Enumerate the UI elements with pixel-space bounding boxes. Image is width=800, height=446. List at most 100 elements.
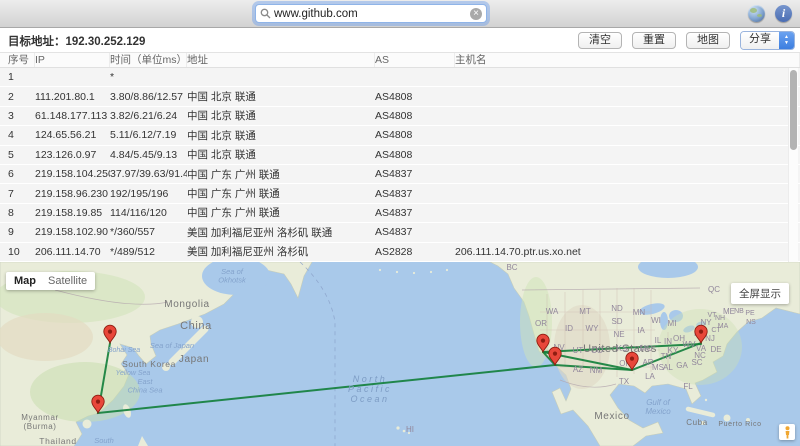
cell-ip: 124.65.56.21 — [35, 129, 110, 141]
map-label: MN — [633, 308, 646, 317]
cell-as: AS4837 — [375, 207, 455, 219]
map-label: CO — [591, 346, 603, 355]
cell-as: AS2828 — [375, 246, 455, 258]
table-row[interactable]: 6219.158.104.25037.97/39.63/91.43中国 广东 广… — [0, 165, 800, 183]
cell-seq: 1 — [8, 71, 35, 83]
map-label: DE — [710, 345, 721, 354]
table-row[interactable]: 5123.126.0.974.84/5.45/9.13中国 北京 联通AS480… — [0, 146, 800, 164]
column-header: 序号 — [8, 53, 35, 67]
map-label: LA — [645, 372, 655, 381]
map-label: VA — [696, 344, 707, 353]
cell-seq: 8 — [8, 207, 35, 219]
scrollbar-thumb[interactable] — [790, 70, 797, 150]
map-label: Cuba — [686, 418, 708, 427]
map-label: NB — [734, 308, 744, 315]
info-icon[interactable]: i — [775, 5, 792, 22]
table-row[interactable]: 9219.158.102.90*/360/557美国 加利福尼亚州 洛杉矶 联通… — [0, 223, 800, 241]
map-label: Sea ofOkhotsk — [218, 267, 247, 285]
map-type-map-button[interactable]: Map — [14, 275, 36, 287]
map-label: NH — [715, 315, 725, 322]
table-row[interactable]: 4124.65.56.215.11/6.12/7.19中国 北京 联通AS480… — [0, 126, 800, 144]
cell-time: 114/116/120 — [110, 207, 187, 219]
cell-time: */489/512 — [110, 246, 187, 258]
table-row[interactable]: 7219.158.96.230192/195/196中国 广东 广州 联通AS4… — [0, 184, 800, 202]
cell-time: 3.82/6.21/6.24 — [110, 110, 187, 122]
map-label: GA — [676, 361, 688, 370]
table-row[interactable]: 2111.201.80.13.80/8.86/12.57中国 北京 联通AS48… — [0, 87, 800, 105]
cell-address: 中国 广东 广州 联通 — [187, 205, 375, 220]
target-address-label: 目标地址： — [8, 36, 66, 48]
table-row[interactable]: 8219.158.19.85114/116/120中国 广东 广州 联通AS48… — [0, 204, 800, 222]
fullscreen-button[interactable]: 全屏显示 — [731, 283, 789, 304]
cell-time: 3.80/8.86/12.57 — [110, 91, 187, 103]
map-label: OR — [535, 319, 547, 328]
table-row[interactable]: 1* — [0, 68, 800, 86]
cell-address: 美国 加利福尼亚州 洛杉矶 — [187, 244, 375, 259]
search-field[interactable]: × — [255, 4, 487, 23]
map-label: CT — [711, 327, 721, 334]
map-label: NJ — [705, 334, 715, 343]
map-label: IL — [655, 336, 662, 345]
globe-icon[interactable] — [748, 5, 765, 22]
table-rows: 1*2111.201.80.13.80/8.86/12.57中国 北京 联通AS… — [0, 68, 800, 262]
map-button[interactable]: 地图 — [686, 32, 730, 49]
cell-seq: 4 — [8, 129, 35, 141]
table-row[interactable]: 10206.111.14.70*/489/512美国 加利福尼亚州 洛杉矶AS2… — [0, 243, 800, 261]
map-label: Bohai Sea — [108, 347, 140, 354]
reset-button[interactable]: 重置 — [632, 32, 676, 49]
cell-address: 美国 加利福尼亚州 洛杉矶 联通 — [187, 225, 375, 240]
map-label: Yellow Sea — [116, 370, 151, 377]
cell-ip: 219.158.102.90 — [35, 226, 110, 238]
map-label: AZ — [573, 365, 583, 374]
clear-button[interactable]: 清空 — [578, 32, 622, 49]
cell-as: AS4837 — [375, 168, 455, 180]
map-label: FL — [683, 382, 693, 391]
target-address-value: 192.30.252.129 — [66, 36, 146, 48]
cell-as: AS4808 — [375, 149, 455, 161]
clear-search-icon[interactable]: × — [470, 8, 482, 20]
cell-ip: 123.126.0.97 — [35, 149, 110, 161]
address-bar: 目标地址：192.30.252.129 清空 重置 地图 分享 ▲▼ — [0, 28, 800, 52]
cell-seq: 5 — [8, 149, 35, 161]
table-row[interactable]: 361.148.177.1133.82/6.21/6.24中国 北京 联通AS4… — [0, 107, 800, 125]
column-header: 地址 — [187, 53, 375, 67]
cell-hostname: 206.111.14.70.ptr.us.xo.net — [455, 246, 800, 258]
pegman-icon[interactable] — [779, 424, 795, 440]
cell-time: 4.84/5.45/9.13 — [110, 149, 187, 161]
map-label: NM — [590, 366, 603, 375]
search-input[interactable] — [274, 8, 470, 20]
cell-ip: 206.111.14.70 — [35, 246, 110, 258]
map-label: South Korea — [122, 359, 176, 369]
column-header: AS — [375, 53, 455, 67]
window-toolbar: × i — [0, 0, 800, 28]
map-label: QC — [708, 285, 720, 294]
cell-time: * — [110, 71, 187, 83]
cell-seq: 9 — [8, 226, 35, 238]
cell-ip: 219.158.96.230 — [35, 188, 110, 200]
map-label: NS — [746, 319, 756, 326]
target-address: 目标地址：192.30.252.129 — [8, 33, 145, 49]
map-label: Sea of Japan — [150, 341, 194, 350]
toolbar-icons: i — [748, 5, 792, 22]
cell-address: 中国 北京 联通 — [187, 108, 375, 123]
map-label: ND — [611, 304, 623, 313]
share-dropdown-icon[interactable]: ▲▼ — [779, 32, 794, 49]
map-label: ID — [565, 324, 573, 333]
map-label: NorthPacificOcean — [348, 374, 392, 404]
map-label: WI — [651, 316, 661, 325]
map-label: PE — [745, 310, 755, 317]
map-label: WY — [586, 324, 600, 333]
route-map[interactable]: Sea ofOkhotskMongoliaChinaBohai SeaSea o… — [0, 262, 800, 446]
map-label: TN — [661, 352, 672, 361]
map-label: UT — [573, 346, 584, 355]
search-icon — [260, 8, 271, 19]
map-type-satellite-button[interactable]: Satellite — [48, 275, 87, 287]
cell-time: */360/557 — [110, 226, 187, 238]
map-label: Thailand — [39, 436, 76, 446]
traceroute-app: × i 目标地址：192.30.252.129 清空 重置 地图 分享 ▲▼ 序… — [0, 0, 800, 446]
share-button-label: 分享 — [741, 32, 779, 49]
map-label: NE — [613, 330, 624, 339]
cell-address: 中国 北京 联通 — [187, 89, 375, 104]
share-button[interactable]: 分享 ▲▼ — [740, 31, 795, 50]
cell-address: 中国 北京 联通 — [187, 128, 375, 143]
